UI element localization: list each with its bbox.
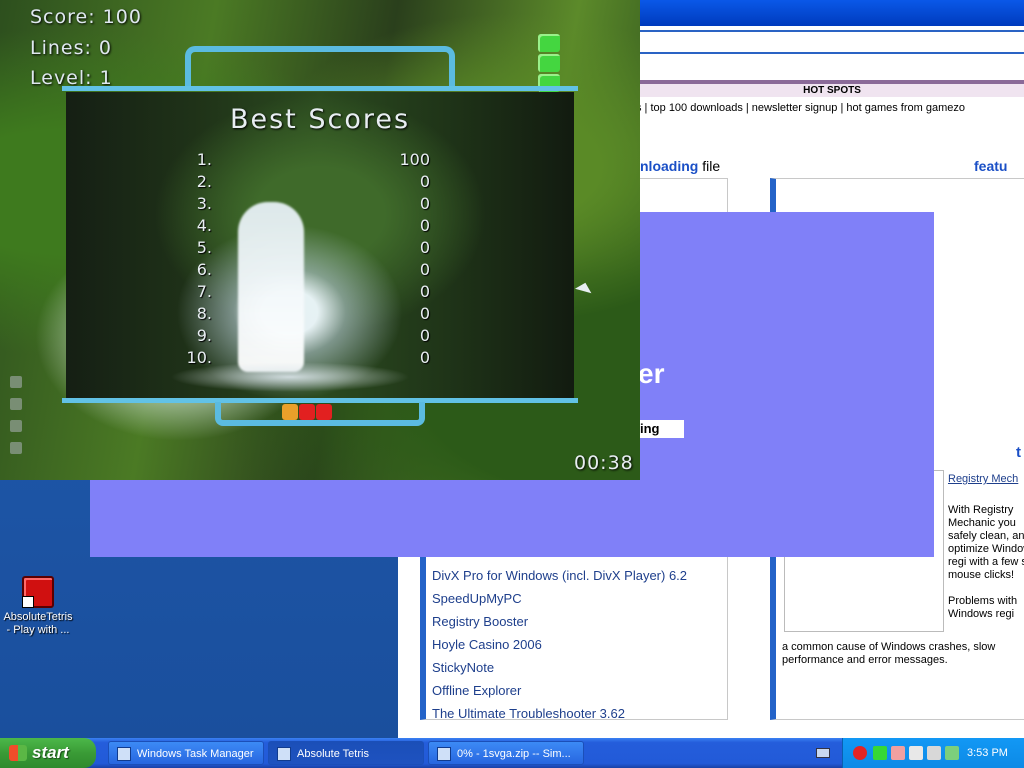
indicator (10, 442, 22, 454)
game-timer: 00:38 (574, 452, 634, 474)
block (538, 54, 560, 72)
score-rank: 3. (196, 194, 212, 213)
score-row: 2. 0 (66, 172, 574, 194)
score-value: 100 (399, 150, 430, 169)
score-value: 0 (419, 238, 430, 257)
block (538, 34, 560, 52)
best-scores-panel: Best Scores 1. 100 2. 0 3. 0 4. 0 5. 0 6. 0 7. 0 8. 0 9.… (66, 92, 574, 398)
score-rank: 7. (196, 282, 212, 301)
score-value: 0 (419, 216, 430, 235)
best-scores-title: Best Scores (229, 104, 411, 135)
score-value: 0 (419, 348, 430, 367)
taskbar-button-task-manager[interactable]: Windows Task Manager (108, 741, 264, 765)
score-value: 0 (419, 194, 430, 213)
network-icon[interactable] (909, 746, 923, 760)
block (299, 404, 315, 420)
featured-title-fragment: t (1016, 444, 1021, 461)
overlay-mini-field: ing (638, 420, 684, 438)
taskbar-button-label: Absolute Tetris (297, 748, 369, 760)
download-icon (437, 747, 451, 761)
task-manager-icon (117, 747, 131, 761)
clock[interactable]: 3:53 PM (967, 738, 1008, 768)
score-value: 0 (419, 282, 430, 301)
address-bar[interactable] (638, 32, 1024, 52)
download-link[interactable]: The Ultimate Troubleshooter 3.62 (432, 706, 687, 729)
score-rank: 5. (196, 238, 212, 257)
score-row: 1. 100 (66, 150, 574, 172)
taskbar-button-label: Windows Task Manager (137, 748, 254, 760)
messenger-icon[interactable] (927, 746, 941, 760)
lines-display: Lines: 0 (30, 37, 113, 59)
board-blocks (282, 404, 333, 425)
taskbar: start Windows Task Manager Absolute Tetr… (0, 738, 1024, 768)
score-value: 0 (419, 172, 430, 191)
score-value: 0 (419, 326, 430, 345)
score-rank: 10. (186, 348, 212, 367)
indicator (10, 398, 22, 410)
taskbar-button-download[interactable]: 0% - 1svga.zip -- Sim... (428, 741, 584, 765)
downloading-heading: nloading file (640, 158, 721, 174)
score-rank: 4. (196, 216, 212, 235)
download-link[interactable]: Registry Booster (432, 614, 687, 637)
system-tray: 3:53 PM (842, 738, 1024, 768)
download-link[interactable]: Hoyle Casino 2006 (432, 637, 687, 660)
score-rank: 2. (196, 172, 212, 191)
score-row: 10. 0 (66, 348, 574, 370)
block (282, 404, 298, 420)
windows-logo-icon (9, 745, 27, 761)
block (316, 404, 332, 420)
score-row: 7. 0 (66, 282, 574, 304)
side-indicators (10, 376, 22, 464)
indicator (10, 420, 22, 432)
download-link[interactable]: StickyNote (432, 660, 687, 683)
score-rank: 1. (196, 150, 212, 169)
registry-mechanic-description: With Registry Mechanic you safely clean,… (948, 504, 1024, 620)
status-icon[interactable] (873, 746, 887, 760)
taskbar-button-absolute-tetris[interactable]: Absolute Tetris (268, 741, 424, 765)
next-piece-preview (538, 34, 562, 94)
start-button[interactable]: start (0, 738, 96, 768)
download-link[interactable]: SpeedUpMyPC (432, 591, 687, 614)
desktop: AbsoluteTetris - Play with ... HOT SPOTS… (0, 0, 1024, 738)
taskbar-button-label: 0% - 1svga.zip -- Sim... (457, 748, 571, 760)
score-row: 3. 0 (66, 194, 574, 216)
score-row: 4. 0 (66, 216, 574, 238)
start-label: start (32, 743, 69, 762)
score-row: 9. 0 (66, 326, 574, 348)
download-link[interactable]: DivX Pro for Windows (incl. DivX Player)… (432, 568, 687, 591)
score-rank: 8. (196, 304, 212, 323)
scores-bar-top (62, 86, 578, 91)
desktop-icon-absolute-tetris[interactable]: AbsoluteTetris - Play with ... (2, 576, 74, 637)
volume-icon[interactable] (945, 746, 959, 760)
board-frame-top (185, 46, 455, 86)
score-value: 0 (419, 304, 430, 323)
score-value: 0 (419, 260, 430, 279)
desktop-icon-label: AbsoluteTetris - Play with ... (3, 611, 73, 636)
registry-mechanic-footer-text: a common cause of Windows crashes, slow … (782, 641, 996, 666)
score-rank: 6. (196, 260, 212, 279)
tetris-game-window: Score: 100 Lines: 0 Level: 1 Best Scores… (0, 0, 640, 480)
overlay-big-text: er (638, 358, 665, 389)
download-link[interactable]: Offline Explorer (432, 683, 687, 706)
antivirus-icon[interactable] (853, 746, 867, 760)
window-icon (277, 747, 291, 761)
score-row: 6. 0 (66, 260, 574, 282)
score-rank: 9. (196, 326, 212, 345)
score-row: 8. 0 (66, 304, 574, 326)
registry-mechanic-link[interactable]: Registry Mech (948, 473, 1018, 485)
downloads-list: DivX Pro for Windows (incl. DivX Player)… (432, 568, 687, 729)
keyboard-icon[interactable] (816, 748, 830, 758)
tray-app-icon[interactable] (891, 746, 905, 760)
indicator (10, 376, 22, 388)
featured-heading: featu (974, 158, 1008, 174)
tetris-icon (22, 576, 54, 608)
hot-spots-links[interactable]: s | top 100 downloads | newsletter signu… (636, 102, 1024, 114)
hot-spots-header: HOT SPOTS (640, 80, 1024, 97)
score-row: 5. 0 (66, 238, 574, 260)
score-display: Score: 100 (30, 6, 142, 28)
